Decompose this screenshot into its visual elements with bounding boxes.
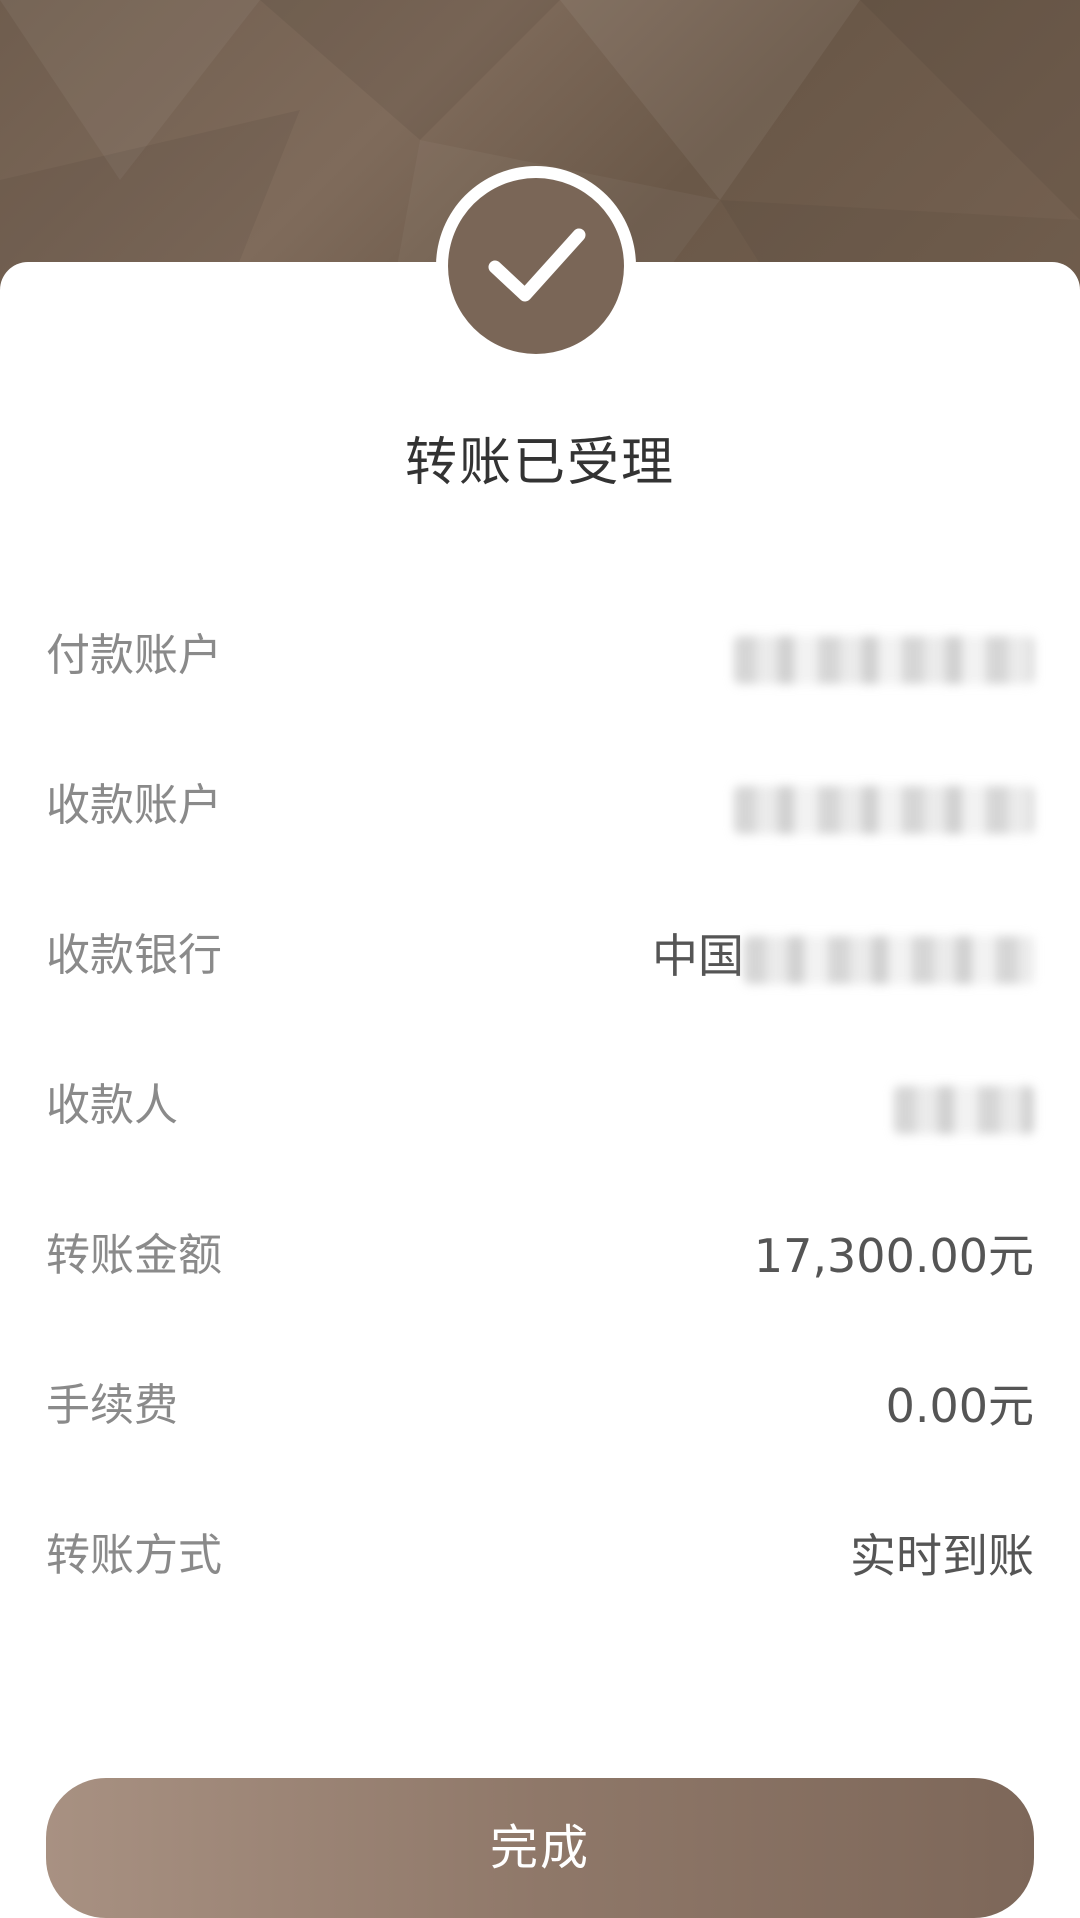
detail-row-payee-bank: 收款银行 中国 [46, 916, 1034, 996]
bank-name-prefix: 中国 [652, 929, 744, 983]
status-title: 转账已受理 [404, 433, 675, 493]
detail-row-transfer-method: 转账方式 实时到账 [46, 1516, 1034, 1596]
detail-label: 手续费 [46, 1380, 178, 1431]
redacted-value [744, 935, 1034, 984]
detail-label: 付款账户 [46, 630, 222, 681]
detail-label: 收款账户 [46, 780, 222, 831]
redacted-value [894, 1085, 1034, 1134]
detail-value: 17,300.00元 [753, 1229, 1034, 1283]
detail-label: 收款人 [46, 1080, 178, 1131]
detail-row-payee-name: 收款人 [46, 1066, 1034, 1146]
checkmark-icon [448, 178, 624, 354]
detail-value-redacted [894, 1066, 1034, 1146]
detail-row-amount: 转账金额 17,300.00元 [46, 1216, 1034, 1296]
done-button[interactable]: 完成 [46, 1778, 1034, 1918]
detail-value: 0.00元 [885, 1379, 1034, 1433]
detail-row-fee: 手续费 0.00元 [46, 1366, 1034, 1446]
detail-row-payer-account: 付款账户 [46, 616, 1034, 696]
detail-value: 中国 [652, 916, 1034, 996]
redacted-value [734, 635, 1034, 684]
detail-value: 实时到账 [850, 1529, 1034, 1583]
detail-row-payee-account: 收款账户 [46, 766, 1034, 846]
detail-label: 转账金额 [46, 1230, 222, 1281]
detail-value-redacted [734, 616, 1034, 696]
redacted-value [734, 785, 1034, 834]
detail-value-redacted [734, 766, 1034, 846]
detail-label: 收款银行 [46, 930, 222, 981]
detail-label: 转账方式 [46, 1530, 222, 1581]
